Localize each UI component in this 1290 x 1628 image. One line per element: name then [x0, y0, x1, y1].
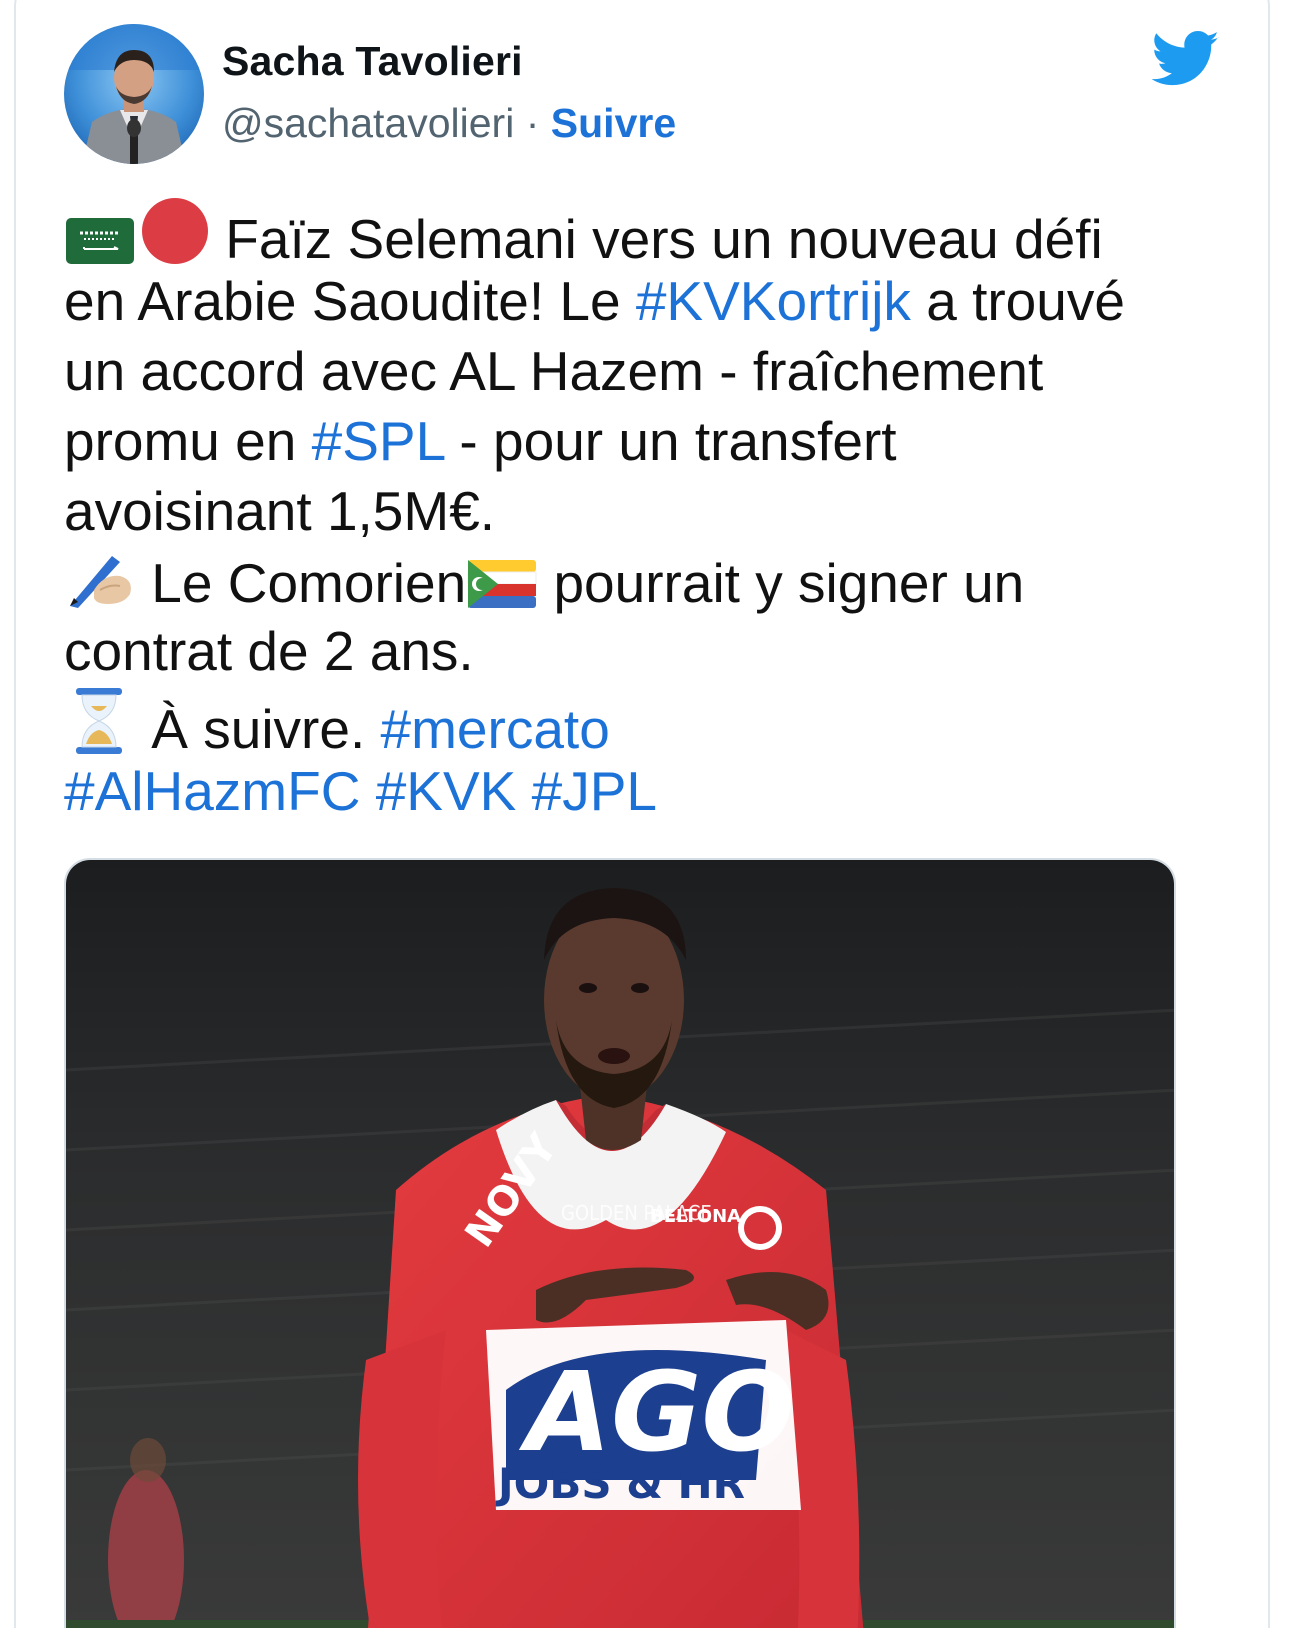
tweet-photo[interactable]: NOVY GOLDEN PALACE BELTONA AGO JOBS & HR: [64, 858, 1176, 1628]
tweet-text-segment: contrat de 2 ans.: [64, 620, 474, 682]
writing-hand-icon: [64, 546, 136, 626]
tweet-text: Faïz Selemani vers un nouveau défi en Ar…: [64, 196, 1234, 826]
author-handle-line: @sachatavolieri · Suivre: [222, 100, 676, 147]
tweet-text-segment: promu en: [64, 410, 312, 472]
tweet-text-segment: À suivre.: [151, 698, 381, 760]
screenshot: Sacha Tavolieri @sachatavolieri · Suivre: [0, 0, 1290, 1628]
twitter-bird-icon[interactable]: [1151, 30, 1220, 88]
tweet-text-segment: pourrait y signer un: [553, 552, 1025, 614]
author-name[interactable]: Sacha Tavolieri: [222, 38, 523, 85]
hashtag-link[interactable]: #SPL: [312, 410, 445, 472]
jersey-sponsor-jobs-hr: JOBS & HR: [495, 1459, 745, 1508]
tweet-line-3: un accord avec AL Hazem - fraîchement: [64, 336, 1234, 406]
tweet-text-segment: en Arabie Saoudite! Le: [64, 270, 636, 332]
tweet-line-8: À suivre. #mercato: [64, 686, 1234, 760]
tweet-text-segment: - pour un transfert: [444, 410, 897, 472]
hashtag-link[interactable]: #AlHazmFC: [64, 760, 360, 822]
tweet-text-segment: Le Comorien: [151, 552, 467, 614]
tweet-line-1: Faïz Selemani vers un nouveau défi: [64, 196, 1234, 270]
jersey-sponsor-beltona: BELTONA: [650, 1206, 741, 1227]
hashtag-link[interactable]: #JPL: [532, 760, 657, 822]
jersey-sponsor-ago: AGO: [518, 1348, 795, 1476]
tweet-line-6: Le Comorien pourrait y signer un: [64, 546, 1234, 616]
tweet-text-segment: avoisinant 1,5M€.: [64, 480, 496, 542]
tweet-text-segment: Faïz Selemani vers un nouveau défi: [225, 208, 1103, 270]
tweet-line-4: promu en #SPL - pour un transfert: [64, 406, 1234, 476]
tweet-line-9: #AlHazmFC #KVK #JPL: [64, 756, 1234, 826]
comoros-flag-icon: [466, 556, 538, 626]
tweet-text-segment: a trouvé: [910, 270, 1125, 332]
tweet-line-2: en Arabie Saoudite! Le #KVKortrijk a tro…: [64, 266, 1234, 336]
author-handle[interactable]: @sachatavolieri: [222, 100, 514, 146]
tweet-text-segment: un accord avec AL Hazem - fraîchement: [64, 340, 1044, 402]
tweet-line-5: avoisinant 1,5M€.: [64, 476, 1234, 546]
follow-button[interactable]: Suivre: [551, 100, 676, 146]
tweet-line-7: contrat de 2 ans.: [64, 616, 1234, 686]
author-avatar[interactable]: [64, 24, 204, 164]
separator-dot: ·: [525, 100, 540, 146]
hashtag-link[interactable]: #KVK: [376, 760, 517, 822]
hashtag-link[interactable]: #mercato: [381, 698, 610, 760]
hashtag-link[interactable]: #KVKortrijk: [636, 270, 911, 332]
